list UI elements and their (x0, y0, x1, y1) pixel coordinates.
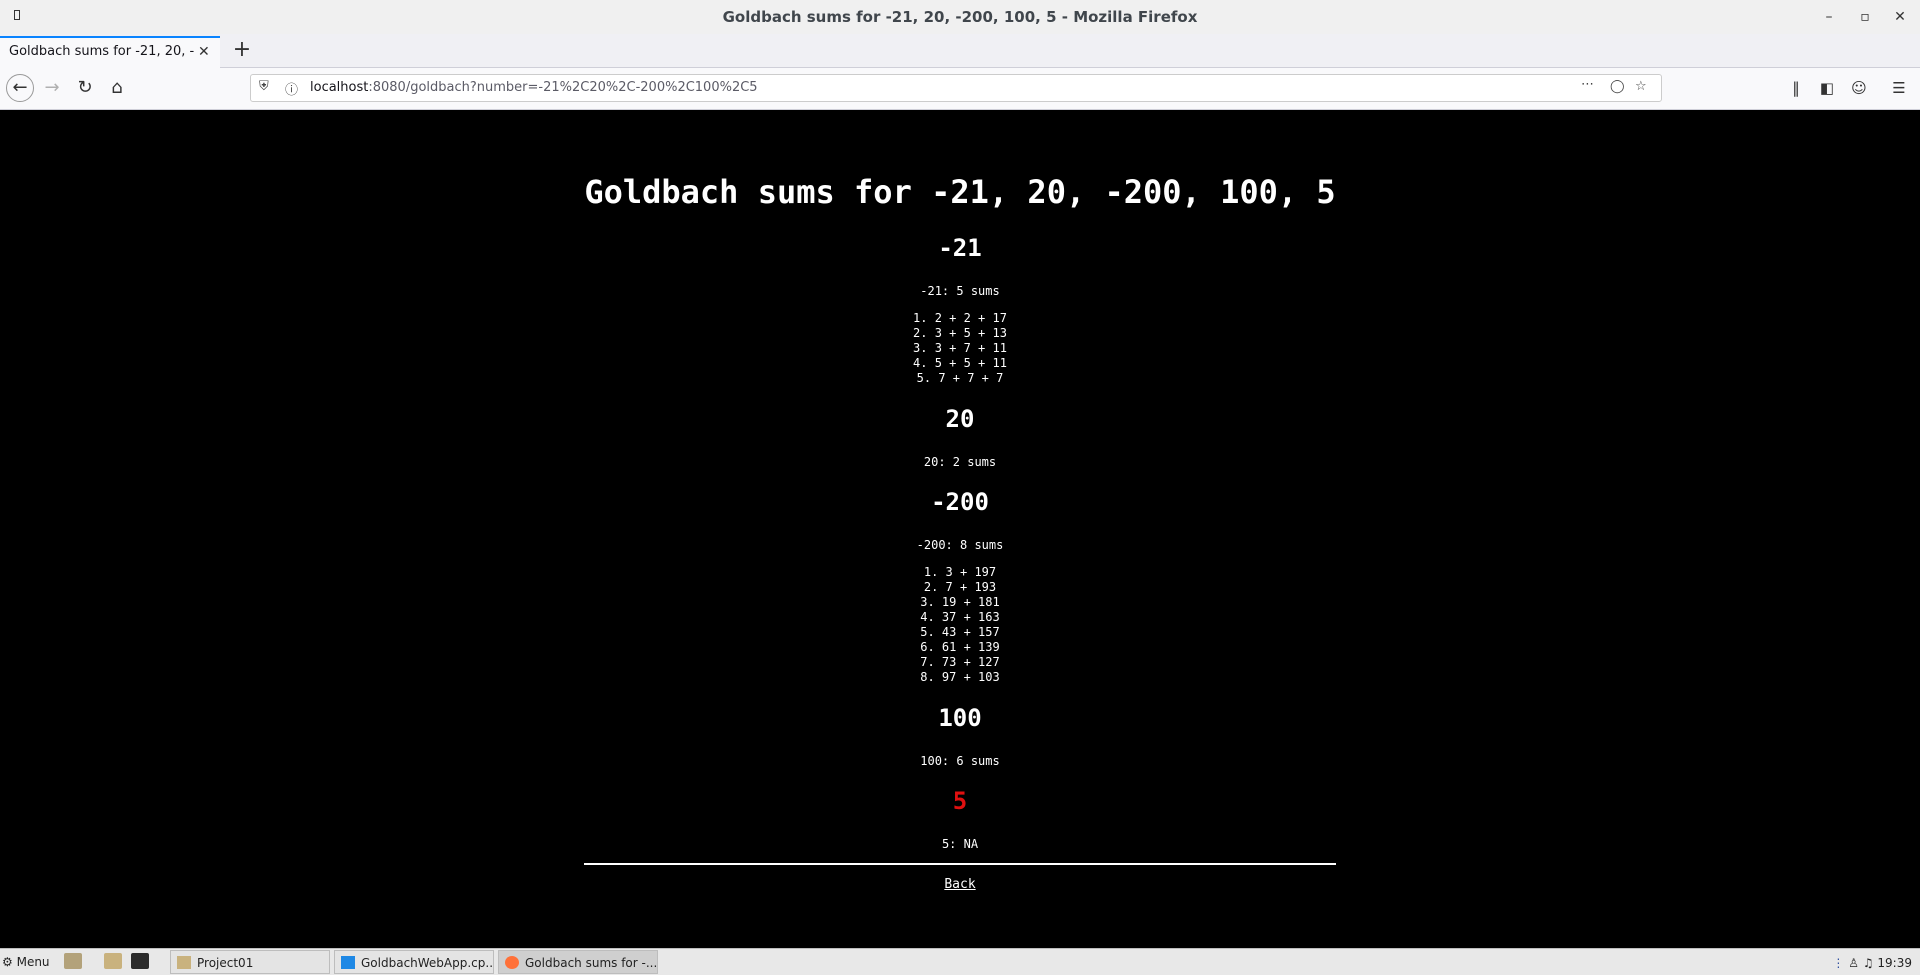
list-item: 2. 3 + 5 + 13 (913, 326, 1007, 340)
section-summary-minus-200: -200: 8 sums (916, 538, 1004, 552)
maximize-icon[interactable]: ▫ (1848, 0, 1882, 34)
tab-title: Goldbach sums for -21, 20, -200, 100, 5 (9, 44, 195, 59)
back-arrow-icon[interactable]: ← (6, 74, 34, 102)
home-icon[interactable]: ⌂ (103, 74, 131, 102)
taskbar-item-label: GoldbachWebApp.cp... (361, 956, 494, 970)
window-title: Goldbach sums for -21, 20, -200, 100, 5 … (722, 8, 1198, 26)
site-info-icon[interactable]: ⓘ (285, 79, 298, 98)
menu-gear-icon: ⚙ (2, 955, 13, 969)
account-icon[interactable]: ☺ (1846, 75, 1872, 101)
url-host: localhost (310, 80, 369, 95)
pocket-icon[interactable]: ◯ (1610, 79, 1625, 94)
list-item: 3. 19 + 181 (920, 595, 1000, 609)
section-heading-100: 100 (938, 704, 982, 732)
url-text[interactable]: localhost:8080/goldbach?number=-21%2C20%… (310, 80, 758, 95)
list-item: 5. 7 + 7 + 7 (916, 371, 1004, 385)
vscode-icon (341, 956, 355, 969)
folder-icon (177, 956, 191, 969)
tab-goldbach[interactable]: Goldbach sums for -21, 20, -200, 100, 5 … (0, 36, 220, 68)
section-summary-5: 5: NA (941, 837, 979, 851)
url-path: :8080/goldbach?number=-21%2C20%2C-200%2C… (368, 80, 758, 95)
section-heading-minus-200: -200 (931, 488, 989, 516)
terminal-icon[interactable] (131, 953, 149, 969)
taskbar-item-vscode[interactable]: GoldbachWebApp.cp... (334, 950, 494, 974)
list-item: 8. 97 + 103 (920, 670, 1000, 684)
list-item: 4. 37 + 163 (920, 610, 1000, 624)
file-manager-icon[interactable] (104, 953, 122, 969)
close-icon[interactable]: ✕ (1883, 0, 1917, 34)
list-item: 7. 73 + 127 (920, 655, 1000, 669)
system-tray: ⋮ ♙ ♫ 19:39 (1832, 954, 1912, 972)
list-item: 1. 2 + 2 + 17 (913, 311, 1007, 325)
list-item: 4. 5 + 5 + 11 (913, 356, 1007, 370)
section-summary-minus-21: -21: 5 sums (920, 284, 1000, 298)
sidebar-icon[interactable]: ◧ (1814, 75, 1840, 101)
section-summary-100: 100: 6 sums (920, 754, 1000, 768)
library-icon[interactable]: ‖ (1783, 75, 1809, 101)
menu-label: Menu (16, 955, 50, 969)
tab-close-icon[interactable]: ✕ (198, 44, 210, 60)
taskbar-item-label: Goldbach sums for -... (525, 956, 658, 970)
list-item: 5. 43 + 157 (920, 625, 1000, 639)
taskbar-item-firefox[interactable]: Goldbach sums for -... (498, 950, 658, 974)
divider (584, 863, 1336, 865)
clock[interactable]: 19:39 (1877, 956, 1912, 970)
forward-arrow-icon[interactable]: → (38, 74, 66, 102)
list-item: 3. 3 + 7 + 11 (913, 341, 1007, 355)
sums-list-minus-21: 1. 2 + 2 + 17 2. 3 + 5 + 13 3. 3 + 7 + 1… (0, 311, 1920, 386)
taskbar-item-label: Project01 (197, 956, 254, 970)
tracking-protection-shield-icon[interactable]: ⛨ (259, 79, 269, 94)
page-content: Goldbach sums for -21, 20, -200, 100, 5 … (0, 110, 1920, 948)
show-desktop-icon[interactable] (64, 953, 82, 969)
volume-icon[interactable]: ♫ (1863, 956, 1874, 970)
network-icon[interactable]: ⋮ (1832, 956, 1844, 970)
taskbar-item-project01[interactable]: Project01 (170, 950, 330, 974)
section-heading-5: 5 (952, 787, 968, 815)
bookmark-star-icon[interactable]: ☆ (1635, 79, 1647, 94)
start-menu-button[interactable]: ⚙ Menu (2, 953, 50, 971)
minimize-icon[interactable]: – (1812, 0, 1846, 34)
navigation-toolbar: ← → ↻ ⌂ ⛨ ⓘ localhost:8080/goldbach?numb… (0, 68, 1920, 110)
firefox-icon (505, 956, 519, 969)
tab-strip: Goldbach sums for -21, 20, -200, 100, 5 … (0, 34, 1920, 68)
window-titlebar: Goldbach sums for -21, 20, -200, 100, 5 … (0, 0, 1920, 34)
back-link[interactable]: Back (0, 877, 1920, 892)
sums-list-minus-200: 1. 3 + 197 2. 7 + 193 3. 19 + 181 4. 37 … (0, 565, 1920, 685)
hamburger-menu-icon[interactable]: ☰ (1886, 75, 1912, 101)
list-item: 6. 61 + 139 (920, 640, 1000, 654)
user-icon[interactable]: ♙ (1848, 956, 1859, 970)
list-item: 1. 3 + 197 (923, 565, 997, 579)
section-heading-20: 20 (945, 405, 975, 433)
new-tab-icon[interactable]: + (230, 38, 254, 62)
reload-icon[interactable]: ↻ (71, 74, 99, 102)
section-heading-minus-21: -21 (938, 234, 982, 262)
list-item: 2. 7 + 193 (923, 580, 997, 594)
taskbar: ⚙ Menu Project01 GoldbachWebApp.cp... Go… (0, 948, 1920, 975)
page-title: Goldbach sums for -21, 20, -200, 100, 5 (584, 173, 1336, 211)
page-actions-icon[interactable]: ⋯ (1581, 77, 1594, 92)
section-summary-20: 20: 2 sums (923, 455, 997, 469)
url-bar[interactable]: ⛨ ⓘ localhost:8080/goldbach?number=-21%2… (250, 74, 1662, 102)
